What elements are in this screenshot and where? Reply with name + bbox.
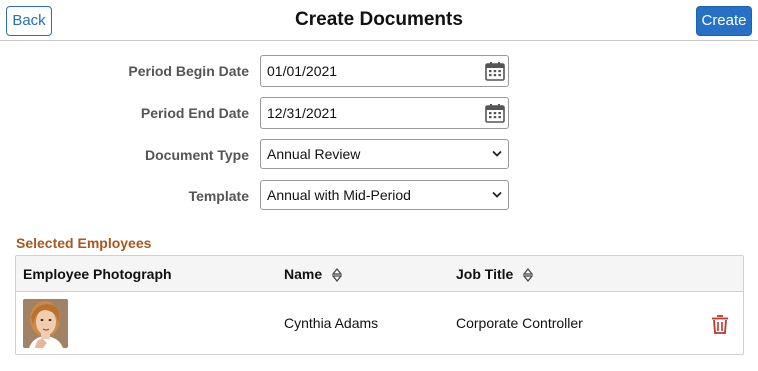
calendar-icon[interactable] bbox=[485, 103, 505, 123]
trash-icon[interactable] bbox=[711, 314, 729, 334]
document-type-select[interactable]: Annual Review bbox=[260, 139, 509, 169]
column-header-photo: Employee Photograph bbox=[23, 256, 172, 292]
page-title: Create Documents bbox=[295, 9, 463, 30]
chevron-down-icon[interactable] bbox=[492, 191, 502, 199]
template-row: Template Annual with Mid-Period bbox=[0, 180, 758, 212]
sort-icon[interactable] bbox=[332, 268, 343, 283]
create-button[interactable]: Create bbox=[696, 6, 752, 36]
grid-header: Employee Photograph Name Job Title bbox=[16, 256, 743, 292]
employee-photo-image bbox=[23, 299, 68, 348]
begin-date-field[interactable]: 01/01/2021 bbox=[260, 55, 509, 87]
page-header: Back Create Documents Create bbox=[0, 0, 758, 41]
column-header-job-title[interactable]: Job Title bbox=[456, 256, 534, 292]
chevron-down-icon[interactable] bbox=[492, 150, 502, 158]
column-header-name[interactable]: Name bbox=[284, 256, 343, 292]
end-date-label: Period End Date bbox=[140, 105, 249, 121]
calendar-icon[interactable] bbox=[485, 61, 505, 81]
document-type-value[interactable]: Annual Review bbox=[267, 146, 360, 162]
employee-name: Cynthia Adams bbox=[284, 315, 379, 331]
column-header-label: Employee Photograph bbox=[23, 266, 172, 282]
end-date-value[interactable]: 12/31/2021 bbox=[267, 105, 337, 121]
template-value[interactable]: Annual with Mid-Period bbox=[267, 187, 411, 203]
document-type-label: Document Type bbox=[145, 147, 249, 163]
selected-employees-grid: Employee Photograph Name Job Title Cynth… bbox=[15, 255, 744, 355]
template-label: Template bbox=[188, 188, 249, 204]
end-date-row: Period End Date 12/31/2021 bbox=[0, 97, 758, 129]
begin-date-row: Period Begin Date 01/01/2021 bbox=[0, 55, 758, 87]
column-header-label[interactable]: Name bbox=[284, 266, 322, 282]
employee-photo bbox=[23, 299, 68, 348]
begin-date-label: Period Begin Date bbox=[128, 63, 249, 79]
document-type-row: Document Type Annual Review bbox=[0, 139, 758, 171]
sort-icon[interactable] bbox=[523, 268, 534, 283]
employee-job-title: Corporate Controller bbox=[456, 315, 583, 331]
begin-date-value[interactable]: 01/01/2021 bbox=[267, 63, 337, 79]
column-header-label[interactable]: Job Title bbox=[456, 266, 513, 282]
selected-employees-title: Selected Employees bbox=[16, 235, 152, 251]
end-date-field[interactable]: 12/31/2021 bbox=[260, 97, 509, 129]
template-select[interactable]: Annual with Mid-Period bbox=[260, 180, 509, 210]
